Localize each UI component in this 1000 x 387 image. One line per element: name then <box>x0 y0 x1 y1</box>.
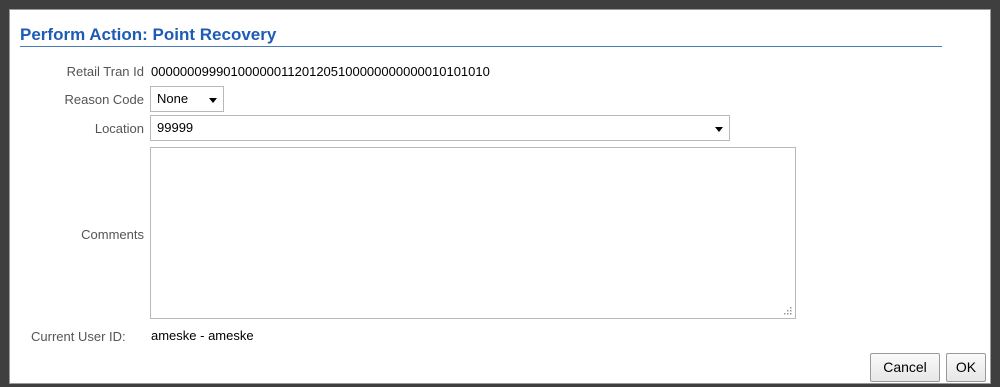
current-user-label: Current User ID: <box>31 329 126 344</box>
chevron-down-icon <box>209 98 217 103</box>
dialog-title: Perform Action: Point Recovery <box>20 25 277 44</box>
comments-textarea[interactable] <box>150 147 796 319</box>
reason-code-label: Reason Code <box>64 92 145 107</box>
retail-tran-id-value: 0000000999010000001120120510000000000001… <box>151 64 490 79</box>
retail-tran-id-label: Retail Tran Id <box>66 64 144 79</box>
comments-label: Comments <box>81 227 144 242</box>
location-selected-value: 99999 <box>157 120 194 135</box>
resize-grip-icon[interactable] <box>784 307 792 315</box>
location-label: Location <box>94 121 144 136</box>
ok-button[interactable]: OK <box>946 353 986 382</box>
cancel-button[interactable]: Cancel <box>870 353 940 382</box>
chevron-down-icon <box>715 127 723 132</box>
dialog-header: Perform Action: Point Recovery <box>20 24 942 47</box>
current-user-value: ameske - ameske <box>151 328 254 343</box>
reason-code-select[interactable]: None <box>150 86 224 112</box>
location-select[interactable]: 99999 <box>150 115 730 141</box>
reason-code-selected-value: None <box>157 91 189 106</box>
